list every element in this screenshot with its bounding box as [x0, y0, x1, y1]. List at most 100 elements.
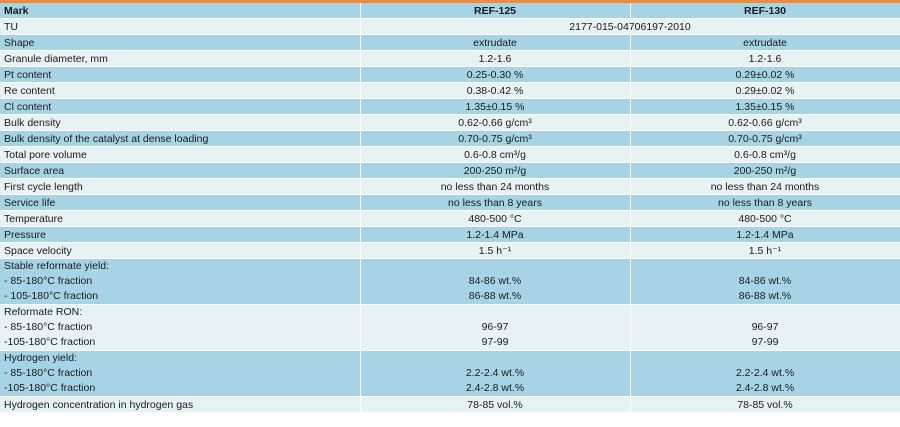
- row-label: Reformate RON: - 85-180°C fraction -105-…: [0, 304, 361, 351]
- row-label: Stable reformate yield: - 85-180°C fract…: [0, 258, 361, 305]
- table-header-row: Mark REF-125 REF-130: [0, 1, 900, 19]
- row-label: Bulk density of the catalyst at dense lo…: [0, 130, 361, 147]
- ref-130-value-line: 86-88 wt.%: [738, 290, 792, 302]
- tu-value: 2177-015-04706197-2010: [360, 18, 900, 35]
- ref-125-value-line: 86-88 wt.%: [468, 290, 522, 302]
- row-sub-label: -105-180°C fraction: [4, 336, 96, 348]
- ref-125-value-line: 96-97: [481, 321, 509, 333]
- ref-130-value-line: 2.4-2.8 wt.%: [735, 382, 795, 394]
- row-label: Surface area: [0, 162, 361, 179]
- row-sub-label: - 85-180°C fraction: [4, 321, 93, 333]
- ref-130-value: 1.35±0.15 %: [630, 98, 900, 115]
- row-label: Hydrogen concentration in hydrogen gas: [0, 396, 361, 413]
- header-mark: Mark: [0, 1, 361, 19]
- ref-130-value: 78-85 vol.%: [630, 396, 900, 413]
- row-label: Bulk density: [0, 114, 361, 131]
- table-row: Pressure 1.2-1.4 MPa 1.2-1.4 MPa: [0, 226, 900, 243]
- ref-130-value: 0.70-0.75 g/cm³: [630, 130, 900, 147]
- ref-130-value: no less than 24 months: [630, 178, 900, 195]
- ref-130-value: 1.2-1.4 MPa: [630, 226, 900, 243]
- ref-130-value: no less than 8 years: [630, 194, 900, 211]
- row-label: Granule diameter, mm: [0, 50, 361, 67]
- table-row: Cl content 1.35±0.15 % 1.35±0.15 %: [0, 98, 900, 115]
- ref-125-value: 480-500 °C: [360, 210, 631, 227]
- ref-125-value: 0.6-0.8 cm³/g: [360, 146, 631, 163]
- table-row: Shape extrudate extrudate: [0, 34, 900, 51]
- ref-125-value: 78-85 vol.%: [360, 396, 631, 413]
- ref-125-value: 200-250 m²/g: [360, 162, 631, 179]
- table-row-reformate-ron: Reformate RON: - 85-180°C fraction -105-…: [0, 304, 900, 351]
- ref-125-value: 0.38-0.42 %: [360, 82, 631, 99]
- ref-125-value: 0.25-0.30 %: [360, 66, 631, 83]
- ref-125-value: no less than 24 months: [360, 178, 631, 195]
- row-label: Pressure: [0, 226, 361, 243]
- table-row: Temperature 480-500 °C 480-500 °C: [0, 210, 900, 227]
- ref-130-value: 480-500 °C: [630, 210, 900, 227]
- row-label: TU: [0, 18, 361, 35]
- ref-130-value: 0.6-0.8 cm³/g: [630, 146, 900, 163]
- row-label: Shape: [0, 34, 361, 51]
- ref-130-value-line: 2.2-2.4 wt.%: [735, 367, 795, 379]
- header-ref-125: REF-125: [360, 1, 631, 19]
- ref-125-value-line: 2.4-2.8 wt.%: [465, 382, 525, 394]
- row-label: Service life: [0, 194, 361, 211]
- row-label: Hydrogen yield: - 85-180°C fraction -105…: [0, 350, 361, 397]
- table-row-stable-reformate-yield: Stable reformate yield: - 85-180°C fract…: [0, 258, 900, 305]
- ref-130-value: ​ 2.2-2.4 wt.% 2.4-2.8 wt.%: [630, 350, 900, 397]
- table-row: Bulk density 0.62-0.66 g/cm³ 0.62-0.66 g…: [0, 114, 900, 131]
- row-title: Stable reformate yield:: [4, 260, 110, 272]
- ref-125-value: ​ 84-86 wt.% 86-88 wt.%: [360, 258, 631, 305]
- ref-130-value: 0.29±0.02 %: [630, 82, 900, 99]
- ref-130-value-line: 97-99: [751, 336, 779, 348]
- ref-130-value-line: 84-86 wt.%: [738, 275, 792, 287]
- row-label: Temperature: [0, 210, 361, 227]
- ref-125-value-line: 97-99: [481, 336, 509, 348]
- ref-130-value: extrudate: [630, 34, 900, 51]
- ref-130-value: 0.29±0.02 %: [630, 66, 900, 83]
- row-label: First cycle length: [0, 178, 361, 195]
- ref-125-value: extrudate: [360, 34, 631, 51]
- ref-125-value: 1.2-1.6: [360, 50, 631, 67]
- row-sub-label: - 105-180°C fraction: [4, 290, 99, 302]
- row-label: Total pore volume: [0, 146, 361, 163]
- table-row: Space velocity 1.5 h⁻¹ 1.5 h⁻¹: [0, 242, 900, 259]
- table-row: Surface area 200-250 m²/g 200-250 m²/g: [0, 162, 900, 179]
- ref-125-value: 1.5 h⁻¹: [360, 242, 631, 259]
- table-row: Total pore volume 0.6-0.8 cm³/g 0.6-0.8 …: [0, 146, 900, 163]
- table-row: Bulk density of the catalyst at dense lo…: [0, 130, 900, 147]
- ref-125-value: no less than 8 years: [360, 194, 631, 211]
- ref-125-value: 1.35±0.15 %: [360, 98, 631, 115]
- table-row-tu: TU 2177-015-04706197-2010: [0, 18, 900, 35]
- row-label: Pt content: [0, 66, 361, 83]
- row-title: Reformate RON:: [4, 306, 83, 318]
- ref-125-value: ​ 2.2-2.4 wt.% 2.4-2.8 wt.%: [360, 350, 631, 397]
- table-row: Granule diameter, mm 1.2-1.6 1.2-1.6: [0, 50, 900, 67]
- ref-125-value-line: 84-86 wt.%: [468, 275, 522, 287]
- ref-125-value: 0.62-0.66 g/cm³: [360, 114, 631, 131]
- catalyst-spec-table: Mark REF-125 REF-130 TU 2177-015-0470619…: [0, 0, 900, 413]
- ref-130-value: 0.62-0.66 g/cm³: [630, 114, 900, 131]
- ref-130-value-line: 96-97: [751, 321, 779, 333]
- ref-125-value-line: 2.2-2.4 wt.%: [465, 367, 525, 379]
- table-row: Pt content 0.25-0.30 % 0.29±0.02 %: [0, 66, 900, 83]
- ref-125-value: 0.70-0.75 g/cm³: [360, 130, 631, 147]
- ref-130-value: ​ 96-97 97-99: [630, 304, 900, 351]
- table-row-hydrogen-concentration: Hydrogen concentration in hydrogen gas 7…: [0, 396, 900, 413]
- row-label: Re content: [0, 82, 361, 99]
- table-row: Re content 0.38-0.42 % 0.29±0.02 %: [0, 82, 900, 99]
- table-row: First cycle length no less than 24 month…: [0, 178, 900, 195]
- row-label: Cl content: [0, 98, 361, 115]
- ref-130-value: 200-250 m²/g: [630, 162, 900, 179]
- table-row: Service life no less than 8 years no les…: [0, 194, 900, 211]
- row-sub-label: - 85-180°C fraction: [4, 275, 93, 287]
- ref-130-value: 1.2-1.6: [630, 50, 900, 67]
- ref-130-value: 1.5 h⁻¹: [630, 242, 900, 259]
- row-sub-label: -105-180°C fraction: [4, 382, 96, 394]
- ref-125-value: ​ 96-97 97-99: [360, 304, 631, 351]
- row-label: Space velocity: [0, 242, 361, 259]
- row-sub-label: - 85-180°C fraction: [4, 367, 93, 379]
- row-title: Hydrogen yield:: [4, 352, 77, 364]
- header-ref-130: REF-130: [630, 1, 900, 19]
- table-row-hydrogen-yield: Hydrogen yield: - 85-180°C fraction -105…: [0, 350, 900, 397]
- ref-130-value: ​ 84-86 wt.% 86-88 wt.%: [630, 258, 900, 305]
